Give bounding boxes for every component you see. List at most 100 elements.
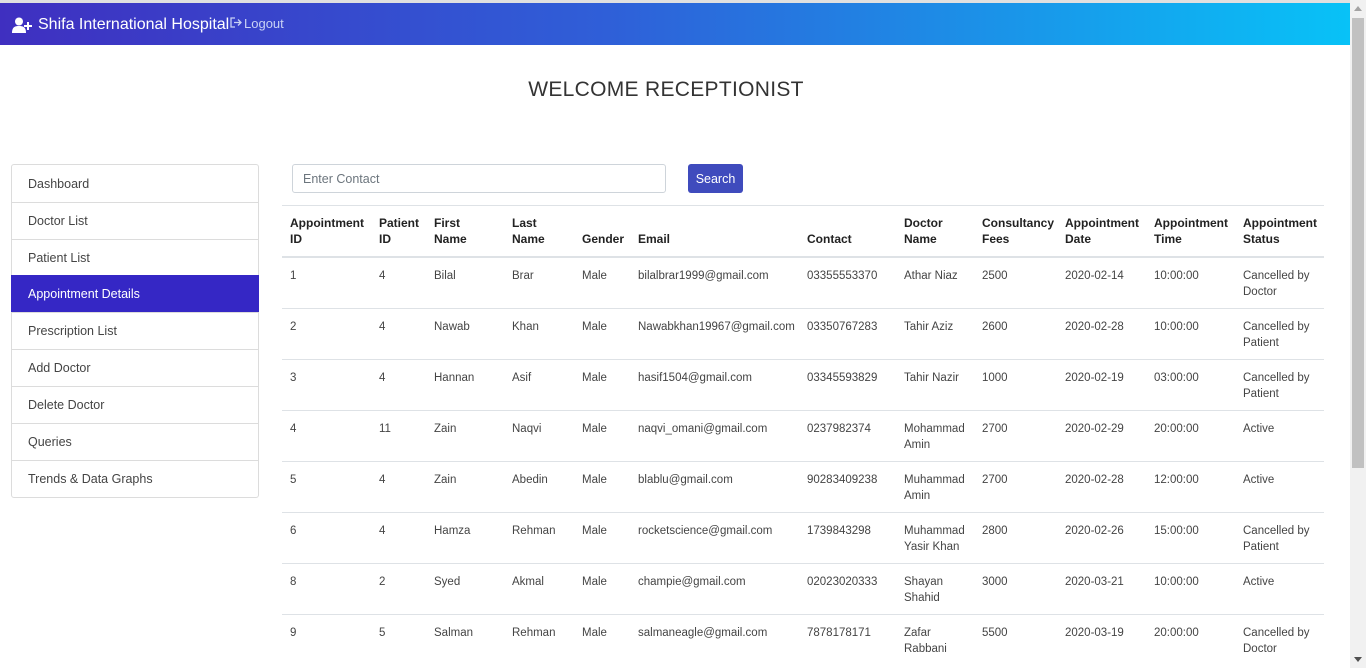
table-cell: 8 [282,562,371,614]
table-cell: 2020-02-28 [1057,460,1146,512]
sidebar-item-queries[interactable]: Queries [12,423,258,460]
table-cell: 2700 [974,460,1057,512]
logout-label: Logout [244,16,284,31]
table-cell: Muhammad Amin [896,460,974,512]
scroll-up-icon[interactable] [1354,6,1362,11]
table-cell: Athar Niaz [896,256,974,308]
table-cell: Nawab [426,307,504,359]
page-scrollbar[interactable] [1350,0,1366,668]
table-cell: 4 [371,358,426,410]
table-cell: 4 [371,307,426,359]
table-cell: Rehman [504,511,574,563]
brand-name: Shifa International Hospital [38,16,230,33]
sidebar-item-label: Patient List [28,251,90,265]
table-cell: 2020-02-26 [1057,511,1146,563]
table-cell: 10:00:00 [1146,256,1235,308]
table-cell: 2 [371,562,426,614]
logout-link[interactable]: Logout [230,16,284,31]
table-cell: Zain [426,460,504,512]
table-cell: 12:00:00 [1146,460,1235,512]
table-row: 2 4 Nawab Khan Male Nawabkhan19967@gmail.com 0… [282,307,1324,359]
column-header: Appointment Time [1146,205,1235,258]
appointments-table: Appointment ID Patient ID First Name Last N… [282,205,1324,665]
table-cell: Nawabkhan19967@gmail.com [630,307,799,359]
table-row: 6 4 Hamza Rehman Male rocketscience@gmail.com… [282,511,1324,563]
table-cell: 4 [371,256,426,308]
table-cell: Shayan Shahid [896,562,974,614]
table-cell: Hamza [426,511,504,563]
table-cell: Syed [426,562,504,614]
contact-search-input[interactable] [292,164,666,193]
search-button[interactable]: Search [688,164,743,193]
table-cell: 20:00:00 [1146,613,1235,665]
table-cell: 3 [282,358,371,410]
sidebar-item-prescription-list[interactable]: Prescription List [12,312,258,349]
table-cell: Bilal [426,256,504,308]
table-cell: 7878178171 [799,613,896,665]
table-cell: Cancelled by Patient [1235,307,1324,359]
table-header-row: Appointment ID Patient ID First Name Last N… [282,205,1324,258]
sidebar-item-delete-doctor[interactable]: Delete Doctor [12,386,258,423]
table-cell: 02023020333 [799,562,896,614]
table-cell: 15:00:00 [1146,511,1235,563]
sidebar-item-label: Doctor List [28,214,88,228]
table-cell: Muhammad Yasir Khan [896,511,974,563]
table-cell: Male [574,613,630,665]
brand[interactable]: Shifa International Hospital [12,14,229,36]
sidebar-item-label: Appointment Details [28,287,140,301]
table-cell: Salman [426,613,504,665]
table-cell: 03350767283 [799,307,896,359]
table-cell: 2700 [974,409,1057,461]
table-cell: Male [574,511,630,563]
table-cell: Male [574,562,630,614]
table-cell: Tahir Nazir [896,358,974,410]
table-cell: Cancelled by Doctor [1235,613,1324,665]
table-row: 1 4 Bilal Brar Male bilalbrar1999@gmail.com 03… [282,256,1324,308]
column-header: Contact [799,205,896,258]
sidebar-item-doctor-list[interactable]: Doctor List [12,202,258,239]
sidebar-item-label: Delete Doctor [28,398,105,412]
table-cell: salmaneagle@gmail.com [630,613,799,665]
table-cell: Tahir Aziz [896,307,974,359]
table-cell: Zain [426,409,504,461]
table-cell: blablu@gmail.com [630,460,799,512]
table-cell: 4 [282,409,371,461]
sidebar-item-label: Add Doctor [28,361,91,375]
sidebar-item-appointment-details[interactable]: Appointment Details [11,275,259,312]
column-header: Gender [574,205,630,258]
sidebar-item-label: Queries [28,435,72,449]
table-cell: 2500 [974,256,1057,308]
table-row: 4 11 Zain Naqvi Male naqvi_omani@gmail.com 023… [282,409,1324,461]
table-row: 8 2 Syed Akmal Male champie@gmail.com 02023020… [282,562,1324,614]
table-cell: 3000 [974,562,1057,614]
column-header: Appointment Status [1235,205,1324,258]
table-cell: 2020-02-19 [1057,358,1146,410]
sidebar-item-label: Prescription List [28,324,117,338]
table-cell: Active [1235,409,1324,461]
table-cell: rocketscience@gmail.com [630,511,799,563]
sidebar-item-patient-list[interactable]: Patient List [12,239,258,276]
scroll-down-icon[interactable] [1354,657,1362,662]
table-cell: 2020-02-14 [1057,256,1146,308]
table-cell: Cancelled by Doctor [1235,256,1324,308]
sidebar-item-add-doctor[interactable]: Add Doctor [12,349,258,386]
table-cell: 5500 [974,613,1057,665]
table-cell: Male [574,256,630,308]
appointments-table-container: Appointment ID Patient ID First Name Last N… [282,205,1324,665]
page-title: WELCOME RECEPTIONIST [528,78,804,101]
table-row: 9 5 Salman Rehman Male salmaneagle@gmail.com 7… [282,613,1324,665]
table-cell: 11 [371,409,426,461]
table-cell: 2020-03-19 [1057,613,1146,665]
scrollbar-thumb[interactable] [1352,18,1364,468]
table-cell: Zafar Rabbani [896,613,974,665]
sidebar-item-trends[interactable]: Trends & Data Graphs [12,460,258,497]
table-cell: 20:00:00 [1146,409,1235,461]
table-cell: 90283409238 [799,460,896,512]
column-header: Email [630,205,799,258]
table-body: 1 4 Bilal Brar Male bilalbrar1999@gmail.com 03… [282,256,1324,665]
sidebar-item-dashboard[interactable]: Dashboard [12,165,258,202]
table-cell: champie@gmail.com [630,562,799,614]
top-navbar: Shifa International Hospital Logout [0,0,1350,45]
column-header: Patient ID [371,205,426,258]
table-cell: Active [1235,562,1324,614]
